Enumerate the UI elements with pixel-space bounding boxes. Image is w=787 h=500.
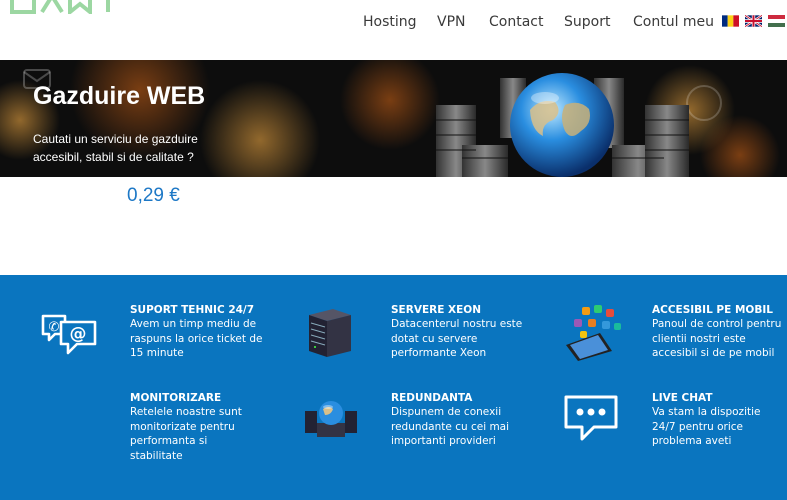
- banner-title: Gazduire WEB: [33, 82, 206, 110]
- ro-flag-icon[interactable]: [722, 15, 739, 27]
- chat-mail-icon: ✆ @: [41, 314, 97, 355]
- hu-flag-icon[interactable]: [768, 15, 785, 27]
- feature-text: Panoul de control pentru clientii nostri…: [652, 318, 782, 360]
- feature-title: SUPORT TEHNIC 24/7: [130, 304, 255, 316]
- svg-text:✆: ✆: [49, 320, 60, 335]
- nav-contul-meu[interactable]: Contul meu: [633, 12, 714, 32]
- server-rack-icon: [309, 309, 351, 357]
- feature-text: Datacenterul nostru este dotat cu server…: [391, 318, 523, 360]
- price-label: 0,29 €: [127, 185, 180, 206]
- nav-hosting[interactable]: Hosting: [363, 12, 417, 32]
- feature-title: SERVERE XEON: [391, 304, 482, 316]
- banner-subtitle: Cautati un serviciu de gazduire accesibi…: [33, 132, 198, 164]
- main-nav: Hosting VPN Contact Suport Contul meu: [0, 12, 787, 34]
- feature-title: ACCESIBIL PE MOBIL: [652, 304, 773, 316]
- feature-text: Va stam la dispozitie 24/7 pentru orice …: [652, 406, 761, 448]
- feature-text: Retelele noastre sunt monitorizate pentr…: [130, 406, 242, 462]
- mobile-phone-icon: [566, 305, 621, 361]
- uk-flag-icon[interactable]: [745, 15, 762, 27]
- feature-title: MONITORIZARE: [130, 392, 222, 404]
- hero-banner: Gazduire WEB Cautati un serviciu de gazd…: [0, 60, 787, 177]
- nav-vpn[interactable]: VPN: [437, 12, 466, 32]
- nav-suport[interactable]: Suport: [564, 12, 610, 32]
- network-globe-icon: [305, 401, 357, 437]
- svg-text:@: @: [70, 324, 87, 344]
- nav-contact[interactable]: Contact: [489, 12, 543, 32]
- feature-title: REDUNDANTA: [391, 392, 473, 404]
- page: Hosting VPN Contact Suport Contul meu Ga…: [0, 0, 787, 500]
- feature-title: LIVE CHAT: [652, 392, 713, 404]
- feature-text: Dispunem de conexii redundante cu cei ma…: [391, 406, 510, 448]
- feature-text: Avem un timp mediu de raspuns la orice t…: [130, 318, 263, 360]
- live-chat-icon: [564, 395, 618, 441]
- features-section: ✆ @ SUPORT TEHNIC 24/7 Avem un timp medi…: [0, 275, 787, 500]
